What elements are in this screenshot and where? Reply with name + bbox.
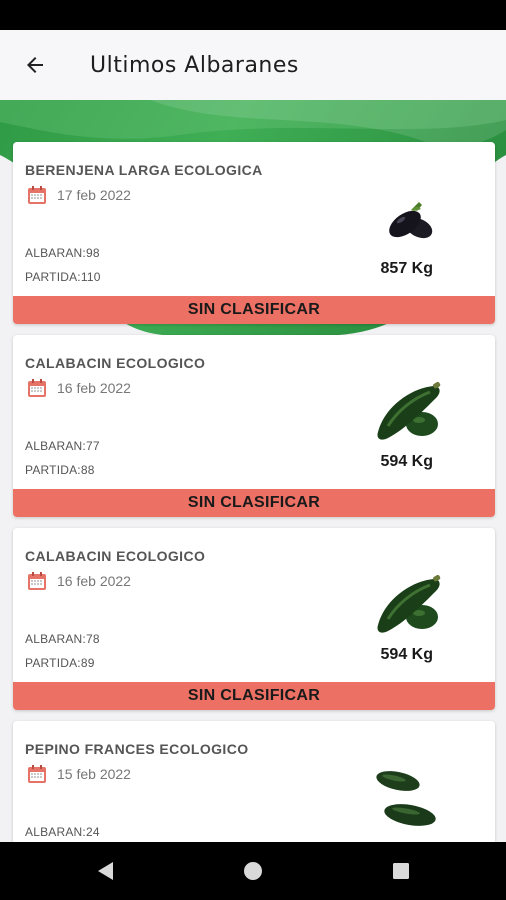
albaran-card[interactable]: PEPINO FRANCES ECOLOGICO 15 feb 2022 ALB…	[13, 721, 495, 842]
calendar-icon	[28, 572, 46, 590]
calendar-icon	[28, 765, 46, 783]
date-row: 15 feb 2022	[27, 764, 131, 784]
calendar-icon	[28, 379, 46, 397]
weight-value: 594 Kg	[380, 646, 433, 663]
albaran-number: ALBARAN:77	[25, 439, 100, 453]
weight-value: 857 Kg	[380, 260, 433, 277]
nav-back-button[interactable]	[75, 842, 135, 900]
albaran-date: 16 feb 2022	[57, 573, 131, 589]
date-row: 17 feb 2022	[27, 185, 131, 205]
albaran-number: ALBARAN:78	[25, 632, 100, 646]
albaran-card[interactable]: CALABACIN ECOLOGICO 16 feb 2022 ALBARAN:…	[13, 528, 495, 710]
nav-home-icon	[244, 862, 262, 880]
partida-number: PARTIDA:110	[25, 270, 101, 284]
nav-recents-icon	[393, 863, 409, 879]
albaran-date: 17 feb 2022	[57, 187, 131, 203]
zucchini-image	[365, 373, 455, 453]
partida-number: PARTIDA:89	[25, 656, 95, 670]
albaran-date: 16 feb 2022	[57, 380, 131, 396]
albaran-date: 15 feb 2022	[57, 766, 131, 782]
status-badge[interactable]: SIN CLASIFICAR	[13, 296, 495, 324]
status-badge[interactable]: SIN CLASIFICAR	[13, 682, 495, 710]
eggplant-image	[365, 180, 455, 260]
product-name: CALABACIN ECOLOGICO	[25, 548, 206, 564]
product-name: CALABACIN ECOLOGICO	[25, 355, 206, 371]
albaran-number: ALBARAN:98	[25, 246, 100, 260]
nav-home-button[interactable]	[223, 842, 283, 900]
calendar-icon	[28, 186, 46, 204]
nav-back-icon	[98, 862, 113, 880]
albaran-number: ALBARAN:24	[25, 825, 100, 839]
weight-value: 594 Kg	[380, 453, 433, 470]
date-row: 16 feb 2022	[27, 378, 131, 398]
albaran-card[interactable]: BERENJENA LARGA ECOLOGICA 17 feb 2022 AL…	[13, 142, 495, 324]
date-row: 16 feb 2022	[27, 571, 131, 591]
status-badge[interactable]: SIN CLASIFICAR	[13, 489, 495, 517]
cucumber-image	[365, 757, 455, 837]
nav-recents-button[interactable]	[371, 842, 431, 900]
app-bar: Ultimos Albaranes	[0, 30, 506, 100]
system-nav-bar	[0, 842, 506, 900]
page-title: Ultimos Albaranes	[90, 52, 299, 78]
partida-number: PARTIDA:88	[25, 463, 95, 477]
albaran-card[interactable]: CALABACIN ECOLOGICO 16 feb 2022 ALBARAN:…	[13, 335, 495, 517]
albaranes-list[interactable]: BERENJENA LARGA ECOLOGICA 17 feb 2022 AL…	[0, 100, 506, 842]
product-name: BERENJENA LARGA ECOLOGICA	[25, 162, 263, 178]
back-button[interactable]	[0, 30, 70, 100]
arrow-left-icon	[27, 57, 43, 73]
status-bar	[0, 0, 506, 30]
zucchini-image	[365, 566, 455, 646]
product-name: PEPINO FRANCES ECOLOGICO	[25, 741, 249, 757]
